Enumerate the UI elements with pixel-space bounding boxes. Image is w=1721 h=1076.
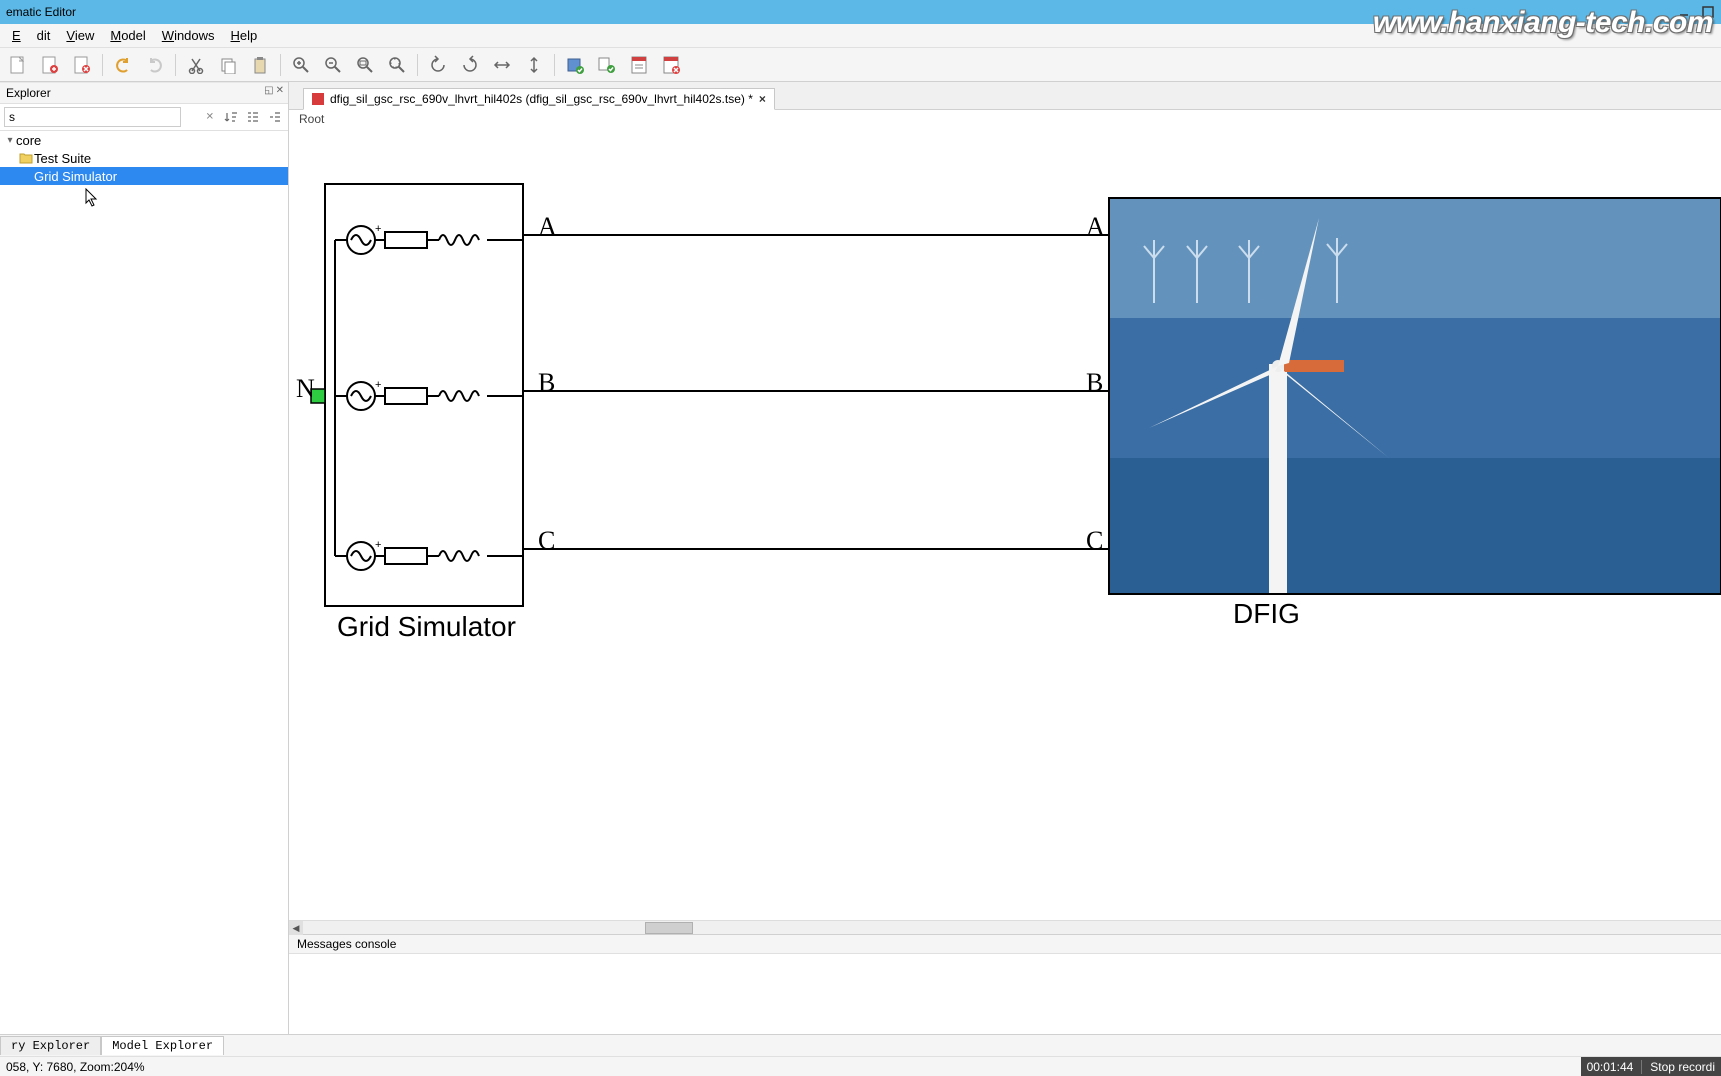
tree-label: Grid Simulator: [34, 169, 117, 184]
statusbar: 058, Y: 7680, Zoom:204% 00:01:44 Stop re…: [0, 1056, 1721, 1076]
sort-button[interactable]: [222, 108, 240, 126]
zoom-fit-button[interactable]: [383, 51, 411, 79]
svg-text:+: +: [375, 379, 381, 391]
tree-item-core[interactable]: ▾ core: [0, 131, 288, 149]
redo-button[interactable]: [141, 51, 169, 79]
report-button[interactable]: [625, 51, 653, 79]
expand-all-button[interactable]: [244, 108, 262, 126]
explorer-header: Explorer ◱ ✕: [0, 82, 288, 104]
menu-view[interactable]: View: [58, 26, 102, 45]
phase-b-right-label: B: [1086, 368, 1103, 398]
collapse-all-button[interactable]: [266, 108, 284, 126]
recording-timer: 00:01:44: [1587, 1060, 1634, 1074]
menu-help[interactable]: Help: [223, 26, 266, 45]
grid-simulator-block-label: Grid Simulator: [337, 611, 516, 643]
tree-item-test-suite[interactable]: Test Suite: [0, 149, 288, 167]
cut-button[interactable]: [182, 51, 210, 79]
menu-model[interactable]: Model: [102, 26, 153, 45]
port-n-label: N: [296, 374, 315, 404]
panel-close-icon[interactable]: ✕: [276, 85, 284, 96]
tab-label: dfig_sil_gsc_rsc_690v_lhvrt_hil402s (dfi…: [330, 92, 753, 106]
minimize-button[interactable]: [1677, 5, 1691, 19]
schematic-canvas[interactable]: + +: [289, 128, 1721, 920]
toolbar: [0, 48, 1721, 82]
library-explorer-tab[interactable]: ry Explorer: [0, 1036, 101, 1055]
tree-item-grid-simulator[interactable]: Grid Simulator: [0, 167, 288, 185]
compile-button[interactable]: [561, 51, 589, 79]
zoom-out-button[interactable]: [319, 51, 347, 79]
folder-icon: [18, 152, 34, 164]
explorer-tree[interactable]: ▾ core Test Suite Grid Simulator: [0, 131, 288, 1034]
recording-widget[interactable]: 00:01:44 Stop recordi: [1581, 1057, 1721, 1076]
console-header: Messages console: [289, 934, 1721, 954]
dfig-block-label: DFIG: [1233, 598, 1300, 630]
menu-edit[interactable]: Edit: [4, 26, 58, 45]
new-file-button[interactable]: [4, 51, 32, 79]
menubar: Edit View Model Windows Help: [0, 24, 1721, 48]
zoom-region-button[interactable]: [351, 51, 379, 79]
explorer-panel: Explorer ◱ ✕ ✕ ▾ core: [0, 82, 289, 1034]
phase-a-right-label: A: [1086, 212, 1105, 242]
tree-label: Test Suite: [34, 151, 91, 166]
horizontal-scrollbar[interactable]: ◀: [289, 920, 1721, 934]
save-file-button[interactable]: [68, 51, 96, 79]
phase-a-left-label: A: [538, 212, 557, 242]
console-body[interactable]: [289, 954, 1721, 1034]
breadcrumb-root: Root: [299, 112, 324, 126]
close-tab-icon[interactable]: ×: [759, 92, 766, 106]
tree-label: core: [16, 133, 41, 148]
report-delete-button[interactable]: [657, 51, 685, 79]
editor-tabbar: dfig_sil_gsc_rsc_690v_lhvrt_hil402s (dfi…: [289, 82, 1721, 110]
explorer-search-input[interactable]: [4, 107, 181, 127]
stop-recording-label: Stop recordi: [1650, 1060, 1715, 1074]
scroll-left-button[interactable]: ◀: [289, 921, 303, 935]
svg-text:+: +: [375, 223, 381, 235]
paste-button[interactable]: [246, 51, 274, 79]
bottom-tabbar: ry Explorer Model Explorer: [0, 1034, 1721, 1056]
zoom-in-button[interactable]: [287, 51, 315, 79]
scrollbar-thumb[interactable]: [645, 922, 693, 934]
flip-horizontal-button[interactable]: [488, 51, 516, 79]
menu-windows[interactable]: Windows: [154, 26, 223, 45]
maximize-button[interactable]: [1701, 5, 1715, 19]
phase-b-left-label: B: [538, 368, 555, 398]
collapse-icon[interactable]: ▾: [4, 135, 16, 146]
breadcrumb[interactable]: Root: [289, 110, 1721, 128]
status-coords: 058, Y: 7680, Zoom:204%: [6, 1060, 145, 1074]
svg-text:+: +: [375, 539, 381, 551]
undo-button[interactable]: [109, 51, 137, 79]
phase-c-right-label: C: [1086, 526, 1103, 556]
titlebar: ematic Editor: [0, 0, 1721, 24]
model-explorer-tab[interactable]: Model Explorer: [101, 1036, 224, 1055]
phase-c-left-label: C: [538, 526, 555, 556]
clear-search-icon[interactable]: ✕: [206, 112, 214, 123]
rotate-right-button[interactable]: [456, 51, 484, 79]
flip-vertical-button[interactable]: [520, 51, 548, 79]
console-title: Messages console: [297, 937, 396, 951]
compile-load-button[interactable]: [593, 51, 621, 79]
panel-float-icon[interactable]: ◱: [264, 85, 273, 96]
open-file-button[interactable]: [36, 51, 64, 79]
window-title: ematic Editor: [6, 5, 76, 19]
explorer-title: Explorer: [6, 86, 51, 100]
copy-button[interactable]: [214, 51, 242, 79]
file-icon: [312, 93, 324, 105]
editor-tab[interactable]: dfig_sil_gsc_rsc_690v_lhvrt_hil402s (dfi…: [303, 88, 775, 110]
rotate-left-button[interactable]: [424, 51, 452, 79]
